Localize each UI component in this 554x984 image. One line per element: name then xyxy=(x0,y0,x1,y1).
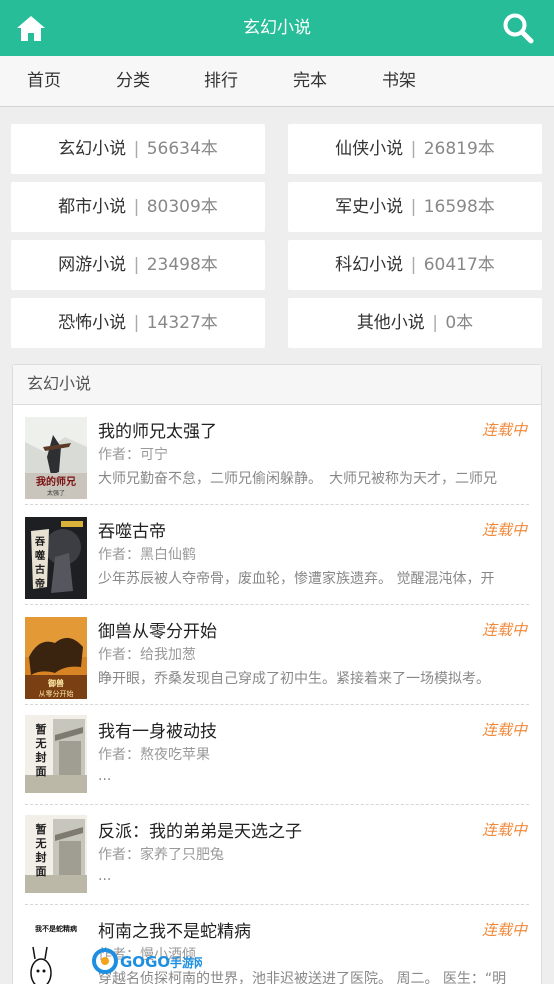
svg-text:面: 面 xyxy=(36,865,47,878)
book-cover[interactable]: 我的师兄 太强了 xyxy=(25,417,87,499)
book-status: 连载中 xyxy=(481,621,527,639)
book-description: ... xyxy=(98,868,112,884)
category-item[interactable]: 科幻小说 | 60417本 xyxy=(288,240,542,290)
book-list-panel: 玄幻小说 我的师兄 太强了 我的师兄太强了 连载中 作者：可宁 大师兄勤奋不怠，… xyxy=(12,364,542,984)
book-title[interactable]: 我有一身被动技 xyxy=(98,717,217,742)
book-title[interactable]: 反派：我的弟弟是天选之子 xyxy=(98,817,302,842)
category-separator: | xyxy=(410,255,417,275)
category-count: 16598本 xyxy=(423,197,495,217)
svg-text:无: 无 xyxy=(35,837,47,850)
book-author: 作者：可宁 xyxy=(98,447,168,463)
book-item[interactable]: 暂 无 封 面 我有一身被动技 连载中 作者：熬夜吃苹果 ... xyxy=(25,705,529,805)
book-status: 连载中 xyxy=(481,721,527,739)
book-status: 连载中 xyxy=(481,921,527,939)
category-item[interactable]: 恐怖小说 | 14327本 xyxy=(11,298,265,348)
nav-item-bookshelf[interactable]: 书架 xyxy=(382,56,416,106)
svg-text:噬: 噬 xyxy=(35,549,45,562)
book-status: 连载中 xyxy=(481,821,527,839)
nav-item-completed[interactable]: 完本 xyxy=(293,56,327,106)
category-name: 科幻小说 xyxy=(335,255,404,275)
category-name: 都市小说 xyxy=(58,197,127,217)
nav-item-home[interactable]: 首页 xyxy=(27,56,61,106)
book-title[interactable]: 柯南之我不是蛇精病 xyxy=(98,917,251,942)
category-name: 玄幻小说 xyxy=(58,139,127,159)
book-author: 作者：给我加葱 xyxy=(98,647,196,663)
book-item[interactable]: 吞 噬 古 帝 吞噬古帝 连载中 作者：黑白仙鹤 少年苏辰被人夺帝骨，废血轮，惨… xyxy=(25,505,529,605)
book-cover[interactable]: 暂 无 封 面 xyxy=(25,815,87,893)
svg-text:面: 面 xyxy=(36,765,47,778)
category-separator: | xyxy=(133,313,140,333)
svg-text:暂: 暂 xyxy=(36,822,47,836)
category-count: 80309本 xyxy=(146,197,218,217)
svg-text:无: 无 xyxy=(35,737,47,750)
category-separator: | xyxy=(133,255,140,275)
book-item[interactable]: 我的师兄 太强了 我的师兄太强了 连载中 作者：可宁 大师兄勤奋不怠，二师兄偷闲… xyxy=(25,405,529,505)
main-nav: 首页 分类 排行 完本 书架 xyxy=(0,56,554,107)
category-count: 0本 xyxy=(445,313,474,333)
site-watermark: GOGO 手游网 xyxy=(92,944,206,978)
category-count: 26819本 xyxy=(423,139,495,159)
category-count: 14327本 xyxy=(146,313,218,333)
app-header: 玄幻小说 xyxy=(0,0,554,56)
book-title[interactable]: 御兽从零分开始 xyxy=(98,617,217,642)
book-description: 睁开眼，乔桑发现自己穿成了初中生。紧接着来了一场模拟考。 xyxy=(98,671,490,687)
category-separator: | xyxy=(133,197,140,217)
book-author: 作者：黑白仙鹤 xyxy=(98,547,196,563)
category-separator: | xyxy=(432,313,438,333)
category-item[interactable]: 网游小说 | 23498本 xyxy=(11,240,265,290)
search-icon[interactable] xyxy=(502,12,534,44)
category-count: 23498本 xyxy=(146,255,218,275)
section-title: 玄幻小说 xyxy=(13,365,541,405)
category-name: 恐怖小说 xyxy=(58,313,127,333)
svg-text:帝: 帝 xyxy=(35,577,45,590)
svg-text:我不是蛇精病: 我不是蛇精病 xyxy=(35,924,77,933)
book-item[interactable]: 暂 无 封 面 反派：我的弟弟是天选之子 连载中 作者：家养了只肥兔 ... xyxy=(25,805,529,905)
svg-text:GOGO: GOGO xyxy=(120,953,170,971)
book-cover[interactable]: 暂 无 封 面 xyxy=(25,715,87,793)
svg-text:手游网: 手游网 xyxy=(170,955,202,970)
book-cover[interactable]: 吞 噬 古 帝 xyxy=(25,517,87,599)
svg-text:封: 封 xyxy=(36,750,47,764)
book-description: 大师兄勤奋不怠，二师兄偷闲躲静。 大师兄被称为天才，二师兄 xyxy=(98,471,497,487)
category-count: 60417本 xyxy=(423,255,495,275)
category-name: 仙侠小说 xyxy=(335,139,404,159)
nav-item-category[interactable]: 分类 xyxy=(116,56,150,106)
book-title[interactable]: 我的师兄太强了 xyxy=(98,417,217,442)
book-item[interactable]: 御兽 从零分开始 御兽从零分开始 连载中 作者：给我加葱 睁开眼，乔桑发现自己穿… xyxy=(25,605,529,705)
category-name: 军史小说 xyxy=(335,197,404,217)
category-count: 56634本 xyxy=(146,139,218,159)
book-cover[interactable]: 御兽 从零分开始 xyxy=(25,617,87,699)
svg-text:暂: 暂 xyxy=(36,722,47,736)
svg-text:太强了: 太强了 xyxy=(47,489,65,497)
book-author: 作者：熬夜吃苹果 xyxy=(98,747,210,763)
category-separator: | xyxy=(410,139,417,159)
svg-text:吞: 吞 xyxy=(35,536,45,548)
category-separator: | xyxy=(410,197,417,217)
category-item[interactable]: 都市小说 | 80309本 xyxy=(11,182,265,232)
category-item[interactable]: 其他小说 | 0本 xyxy=(288,298,542,348)
book-cover[interactable]: 我不是蛇精病 xyxy=(25,917,87,984)
category-item[interactable]: 玄幻小说 | 56634本 xyxy=(11,124,265,174)
page-title: 玄幻小说 xyxy=(243,18,311,38)
svg-text:御兽: 御兽 xyxy=(47,678,64,688)
svg-text:封: 封 xyxy=(36,850,47,864)
nav-item-ranking[interactable]: 排行 xyxy=(204,56,238,106)
book-title[interactable]: 吞噬古帝 xyxy=(98,517,166,542)
book-status: 连载中 xyxy=(481,421,527,439)
book-status: 连载中 xyxy=(481,521,527,539)
svg-text:我的师兄: 我的师兄 xyxy=(36,475,76,488)
book-author: 作者：家养了只肥兔 xyxy=(98,847,224,863)
category-name: 其他小说 xyxy=(356,313,425,333)
category-item[interactable]: 仙侠小说 | 26819本 xyxy=(288,124,542,174)
category-item[interactable]: 军史小说 | 16598本 xyxy=(288,182,542,232)
book-description: 少年苏辰被人夺帝骨，废血轮，惨遭家族遗弃。 觉醒混沌体，开 xyxy=(98,571,495,587)
svg-text:古: 古 xyxy=(35,563,45,576)
category-name: 网游小说 xyxy=(58,255,127,275)
svg-text:从零分开始: 从零分开始 xyxy=(39,689,74,698)
category-separator: | xyxy=(133,139,140,159)
book-description: ... xyxy=(98,768,112,784)
